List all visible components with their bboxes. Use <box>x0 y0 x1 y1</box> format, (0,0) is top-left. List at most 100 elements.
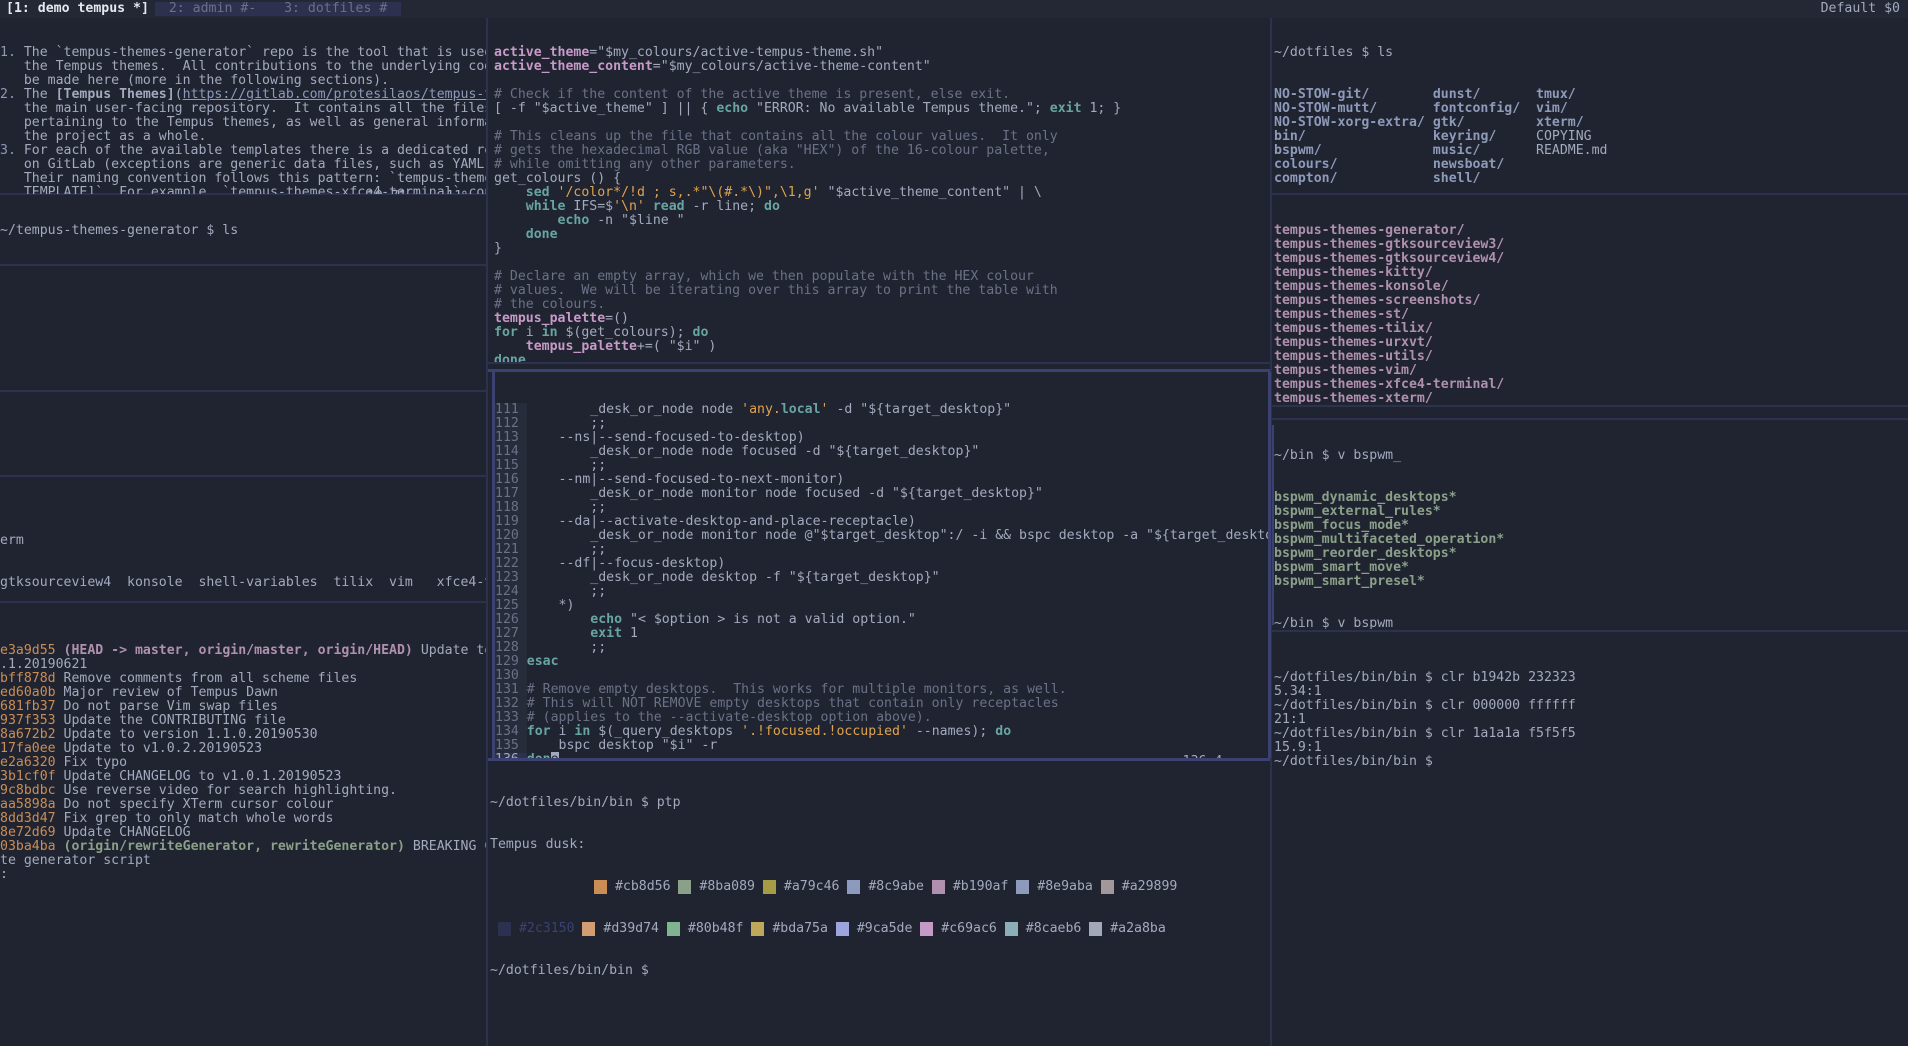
vim-code-line[interactable]: active_theme_content="$my_colours/active… <box>494 60 1270 74</box>
dotfiles-entry[interactable]: README.md <box>1536 143 1607 158</box>
bspwm-var-item[interactable]: bspwm_multifaceted_operation* <box>1274 533 1908 547</box>
pane-ls-schemes[interactable]: ~/tempus-themes-generator/schemes $ ls a… <box>0 267 486 389</box>
vim-numbered-line[interactable]: 122 --df|--focus-desktop) <box>495 557 1268 572</box>
git-log-entry[interactable]: aa5898a Do not specify XTerm cursor colo… <box>0 798 486 812</box>
repo-item[interactable]: tempus-themes-gtksourceview3/ <box>1274 238 1908 252</box>
git-log-entry[interactable]: e3a9d55 (HEAD -> master, origin/master, … <box>0 644 486 658</box>
repo-item[interactable]: tempus-themes-generator/ <box>1274 224 1908 238</box>
repo-item[interactable]: tempus-themes-xterm/ <box>1274 392 1908 404</box>
vim-code-line[interactable]: tempus_palette+=( "$i" ) <box>494 340 1270 354</box>
vim-code-line[interactable] <box>494 116 1270 130</box>
dotfiles-entry[interactable]: fontconfig/ <box>1433 101 1520 116</box>
vim-code-line[interactable]: for i in $(get_colours); do <box>494 326 1270 340</box>
vim-code-line[interactable]: get_colours () { <box>494 172 1270 186</box>
vim-numbered-line[interactable]: 116 --nm|--send-focused-to-next-monitor) <box>495 473 1268 488</box>
pane-separator-right-4[interactable] <box>1272 630 1908 632</box>
vim-numbered-line[interactable]: 113 --ns|--send-focused-to-desktop) <box>495 431 1268 446</box>
pane-vim-theme-script[interactable]: active_theme="$my_colours/active-tempus-… <box>490 18 1270 362</box>
vim-code-line[interactable]: done <box>494 228 1270 242</box>
pane-ls-templates[interactable]: erm gtksourceview4 konsole shell-variabl… <box>0 478 486 600</box>
git-log-entry[interactable]: 03ba4ba (origin/rewriteGenerator, rewrit… <box>0 840 486 854</box>
vim-numbered-line[interactable]: 115 ;; <box>495 459 1268 474</box>
pane-bspwm-vars[interactable]: ~/bin $ v bspwm_ bspwm_dynamic_desktops*… <box>1274 421 1908 629</box>
git-log-entry[interactable]: : <box>0 868 486 882</box>
vim-numbered-line[interactable]: 119 --da|--activate-desktop-and-place-re… <box>495 515 1268 530</box>
repo-item[interactable]: tempus-themes-tilix/ <box>1274 322 1908 336</box>
tmux-window-2[interactable]: 2: admin #- <box>154 1 271 17</box>
pane-separator-right-2[interactable] <box>1272 405 1908 407</box>
dotfiles-entry[interactable]: bin/ <box>1274 129 1306 144</box>
git-log-entry[interactable]: .1.20190621 <box>0 658 486 672</box>
dotfiles-entry[interactable]: gtk/ <box>1433 115 1465 130</box>
vim-numbered-line[interactable]: 118 ;; <box>495 501 1268 516</box>
vim-numbered-line[interactable]: 111 _desk_or_node node 'any.local' -d "$… <box>495 403 1268 418</box>
repo-item[interactable]: tempus-themes-kitty/ <box>1274 266 1908 280</box>
git-log-entry[interactable]: 17fa0ee Update to v1.0.2.20190523 <box>0 742 486 756</box>
git-log-entry[interactable]: e2a6320 Fix typo <box>0 756 486 770</box>
vim-numbered-line[interactable]: 117 _desk_or_node monitor node focused -… <box>495 487 1268 502</box>
vim-numbered-line[interactable]: 123 _desk_or_node desktop -f "${target_d… <box>495 571 1268 586</box>
dotfiles-entry[interactable]: NO-STOW-xorg-extra/ <box>1274 115 1425 130</box>
vim-numbered-line[interactable]: 127 exit 1 <box>495 627 1268 642</box>
pane-separator-h-2[interactable] <box>0 264 486 266</box>
pane-separator-h-3[interactable] <box>0 390 486 392</box>
git-log-entry[interactable]: 681fb37 Do not parse Vim swap files <box>0 700 486 714</box>
vim-numbered-line[interactable]: 121 ;; <box>495 543 1268 558</box>
vim-numbered-line[interactable]: 114 _desk_or_node node focused -d "${tar… <box>495 445 1268 460</box>
bspwm-var-item[interactable]: bspwm_smart_move* <box>1274 561 1908 575</box>
pane-ls-generator[interactable]: ~/tempus-themes-generator $ ls presets/ … <box>0 196 486 264</box>
git-log-entry[interactable]: 3b1cf0f Update CHANGELOG to v1.0.1.20190… <box>0 770 486 784</box>
pane-separator-h-4[interactable] <box>0 475 486 477</box>
tmux-window-1[interactable]: [1: demo tempus *] <box>0 1 155 16</box>
repo-item[interactable]: tempus-themes-konsole/ <box>1274 280 1908 294</box>
bspwm-var-item[interactable]: bspwm_external_rules* <box>1274 505 1908 519</box>
vim-code-line[interactable]: # values. We will be iterating over this… <box>494 284 1270 298</box>
bspwm-var-item[interactable]: bspwm_smart_presel* <box>1274 575 1908 589</box>
pane-separator-h-5[interactable] <box>0 601 486 603</box>
dotfiles-entry[interactable]: newsboat/ <box>1433 157 1504 172</box>
vim-code-line[interactable] <box>494 74 1270 88</box>
dotfiles-entry[interactable]: colours/ <box>1274 157 1338 172</box>
vim-numbered-line[interactable]: 129 esac <box>495 655 1268 670</box>
vim-code-line[interactable]: [ -f "$active_theme" ] || { echo "ERROR:… <box>494 102 1270 116</box>
dotfiles-entry[interactable]: keyring/ <box>1433 129 1497 144</box>
vim-numbered-line[interactable]: 124 ;; <box>495 585 1268 600</box>
dotfiles-entry[interactable]: compton/ <box>1274 171 1338 186</box>
repo-item[interactable]: tempus-themes-screenshots/ <box>1274 294 1908 308</box>
pane-dotfiles-ls[interactable]: ~/dotfiles $ ls NO-STOW-git/ dunst/ tmux… <box>1274 18 1908 194</box>
git-log-entry[interactable]: ed60a0b Major review of Tempus Dawn <box>0 686 486 700</box>
dotfiles-entry[interactable]: vim/ <box>1536 101 1568 116</box>
pane-git-log[interactable]: e3a9d55 (HEAD -> master, origin/master, … <box>0 604 486 1046</box>
pane-tempus-repos[interactable]: tempus-themes-generator/tempus-themes-gt… <box>1274 196 1908 404</box>
git-log-entry[interactable]: 8dd3d47 Fix grep to only match whole wor… <box>0 812 486 826</box>
dotfiles-entry[interactable]: dunst/ <box>1433 87 1481 102</box>
vim-numbered-line[interactable]: 132 # This will NOT REMOVE empty desktop… <box>495 697 1268 712</box>
vim-numbered-line[interactable]: 128 ;; <box>495 641 1268 656</box>
dotfiles-entry[interactable]: xterm/ <box>1536 115 1584 130</box>
vim-numbered-line[interactable]: 120 _desk_or_node monitor node @"$target… <box>495 529 1268 544</box>
bspwm-var-item[interactable]: bspwm_reorder_desktops* <box>1274 547 1908 561</box>
vim-code-line[interactable]: echo -n "$line " <box>494 214 1270 228</box>
git-log-entry[interactable]: bff878d Remove comments from all scheme … <box>0 672 486 686</box>
dotfiles-entry[interactable]: bspwm/ <box>1274 143 1322 158</box>
vim-code-line[interactable] <box>494 256 1270 270</box>
bspwm-var-item[interactable]: bspwm_dynamic_desktops* <box>1274 491 1908 505</box>
pane-tempus-palette[interactable]: ~/dotfiles/bin/bin $ ptp Tempus dusk: #c… <box>490 766 1270 1046</box>
dotfiles-entry[interactable]: shell/ <box>1433 171 1481 186</box>
ls-templates-line2[interactable]: gtksourceview4 konsole shell-variables t… <box>0 575 486 590</box>
git-log-entry[interactable]: 8a672b2 Update to version 1.1.0.20190530 <box>0 728 486 742</box>
repo-item[interactable]: tempus-themes-gtksourceview4/ <box>1274 252 1908 266</box>
vim-code-line[interactable]: } <box>494 242 1270 256</box>
git-log-entry[interactable]: te generator script <box>0 854 486 868</box>
pane-separator-center-1[interactable] <box>488 362 1270 364</box>
pane-vim-bspwm-script[interactable]: 111 _desk_or_node node 'any.local' -d "$… <box>495 375 1268 758</box>
vim-code-line[interactable]: # gets the hexadecimal RGB value (aka "H… <box>494 144 1270 158</box>
vim-numbered-line[interactable]: 130 <box>495 669 1268 684</box>
vim-numbered-line[interactable]: 125 *) <box>495 599 1268 614</box>
vim-code-line[interactable]: # while omitting any other parameters. <box>494 158 1270 172</box>
pane-separator-right-3[interactable] <box>1272 418 1908 420</box>
vim-code-line[interactable]: # the colours. <box>494 298 1270 312</box>
vim-numbered-line[interactable]: 112 ;; <box>495 417 1268 432</box>
pane-separator-center-active-top[interactable] <box>488 369 1270 372</box>
vim-code-line[interactable]: while IFS=$'\n' read -r line; do <box>494 200 1270 214</box>
